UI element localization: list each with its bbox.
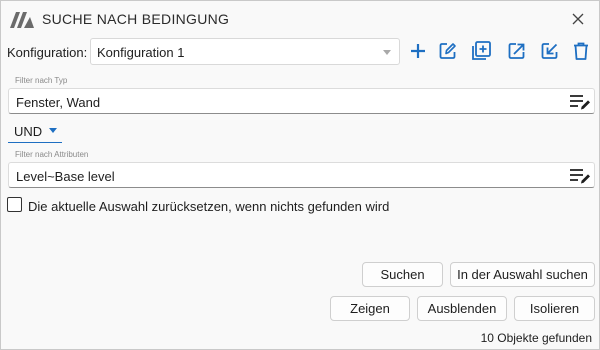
edit-icon: [439, 43, 456, 59]
trash-icon: [574, 42, 588, 60]
isolate-button[interactable]: Isolieren: [514, 296, 595, 321]
hide-button[interactable]: Ausblenden: [417, 296, 507, 321]
edit-list-icon[interactable]: [569, 93, 591, 111]
import-configuration-button[interactable]: [539, 40, 561, 62]
search-by-condition-dialog: SUCHE NACH BEDINGUNG Konfiguration: Konf…: [0, 0, 600, 350]
import-icon: [541, 43, 558, 59]
duplicate-icon: [472, 41, 491, 60]
attribute-filter-field[interactable]: Level~Base level: [8, 162, 595, 188]
edit-list-icon[interactable]: [569, 167, 591, 185]
close-icon: [572, 13, 584, 25]
plus-icon: [411, 44, 425, 58]
configuration-select[interactable]: Konfiguration 1: [90, 38, 400, 65]
window-title: SUCHE NACH BEDINGUNG: [42, 11, 230, 27]
title-bar: SUCHE NACH BEDINGUNG: [1, 1, 599, 37]
type-filter-caption: Filter nach Typ: [15, 76, 68, 85]
attribute-filter-value: Level~Base level: [16, 169, 115, 184]
logic-operator-select[interactable]: UND: [8, 119, 62, 143]
export-icon: [508, 43, 525, 59]
status-text: 10 Objekte gefunden: [480, 331, 592, 345]
attribute-filter-caption: Filter nach Attributen: [15, 150, 89, 159]
type-filter-value: Fenster, Wand: [16, 95, 101, 110]
chevron-down-icon: [49, 128, 57, 133]
edit-configuration-button[interactable]: [437, 40, 459, 62]
search-in-selection-button[interactable]: In der Auswahl suchen: [450, 262, 595, 287]
app-logo-icon: [10, 12, 34, 28]
duplicate-configuration-button[interactable]: [470, 40, 492, 62]
delete-configuration-button[interactable]: [570, 40, 592, 62]
add-configuration-button[interactable]: [407, 40, 429, 62]
configuration-label: Konfiguration:: [7, 45, 88, 60]
type-filter-field[interactable]: Fenster, Wand: [8, 88, 595, 114]
show-button[interactable]: Zeigen: [330, 296, 410, 321]
chevron-down-icon: [383, 50, 391, 55]
reset-selection-checkbox[interactable]: [7, 197, 22, 212]
logic-operator-value: UND: [14, 124, 43, 139]
close-button[interactable]: [567, 8, 589, 30]
export-configuration-button[interactable]: [506, 40, 528, 62]
search-button[interactable]: Suchen: [362, 262, 443, 287]
configuration-select-value: Konfiguration 1: [97, 45, 185, 60]
reset-selection-label: Die aktuelle Auswahl zurücksetzen, wenn …: [28, 199, 390, 214]
